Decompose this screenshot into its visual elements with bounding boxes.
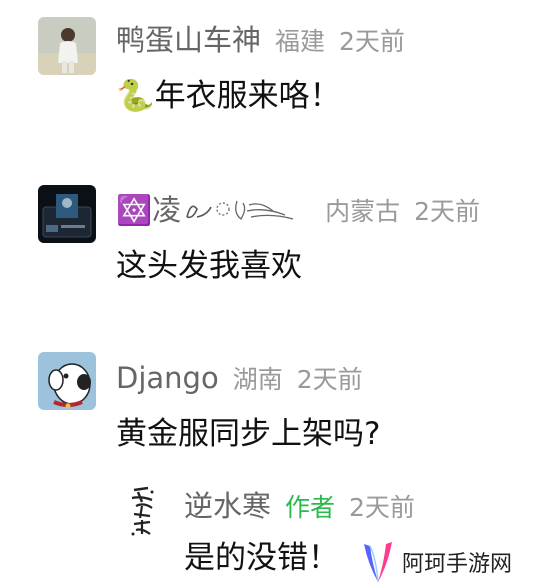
author-badge: 作者 — [285, 493, 336, 522]
comment-meta: Django 湖南 2天前 — [116, 360, 363, 398]
comment-content: 这头发我喜欢 — [116, 246, 302, 286]
comment-item: 鸭蛋山车神 福建 2天前 🐍年衣服来咯！ — [0, 0, 535, 140]
reply-text: 是的没错！ — [184, 540, 339, 576]
comment-content: 🐍年衣服来咯！ — [116, 76, 341, 116]
star-of-david-emoji: 🔯 — [116, 193, 153, 227]
timestamp: 2天前 — [349, 493, 415, 522]
site-watermark: 阿珂手游网 — [358, 538, 512, 586]
timestamp: 2天前 — [296, 365, 363, 394]
user-avatar[interactable] — [38, 185, 96, 243]
snake-emoji: 🐍 — [116, 78, 155, 114]
comment-text: 黄金服同步上架吗? — [116, 416, 381, 452]
timestamp: 2天前 — [414, 197, 481, 226]
username[interactable]: 凌 — [152, 193, 181, 227]
reply-meta: 逆水寒 作者 2天前 — [184, 488, 415, 526]
watermark-text: 阿珂手游网 — [402, 552, 513, 577]
comment-content: 黄金服同步上架吗? — [116, 414, 380, 454]
comment-meta: 鸭蛋山车神 福建 2天前 — [116, 22, 405, 60]
username[interactable]: Django — [116, 361, 219, 395]
comment-text: 年衣服来咯！ — [154, 78, 341, 114]
username[interactable]: 鸭蛋山车神 — [116, 23, 261, 57]
comment-text: 这头发我喜欢 — [116, 248, 302, 284]
location-label: 内蒙古 — [325, 197, 401, 226]
comment-item: 🔯凌 内蒙古 2天前 这头发我喜欢 — [0, 170, 535, 310]
location-label: 福建 — [275, 27, 326, 56]
comment-meta: 🔯凌 内蒙古 2天前 — [116, 192, 480, 230]
user-avatar[interactable] — [38, 352, 96, 410]
reply-content: 是的没错！ — [184, 538, 339, 578]
username[interactable]: 逆水寒 — [184, 489, 271, 523]
watermark-logo-icon — [364, 542, 392, 583]
decorative-flourish-icon — [186, 200, 294, 220]
timestamp: 2天前 — [339, 27, 405, 56]
author-avatar[interactable] — [128, 484, 158, 540]
user-avatar[interactable] — [38, 17, 96, 75]
location-label: 湖南 — [232, 365, 283, 394]
